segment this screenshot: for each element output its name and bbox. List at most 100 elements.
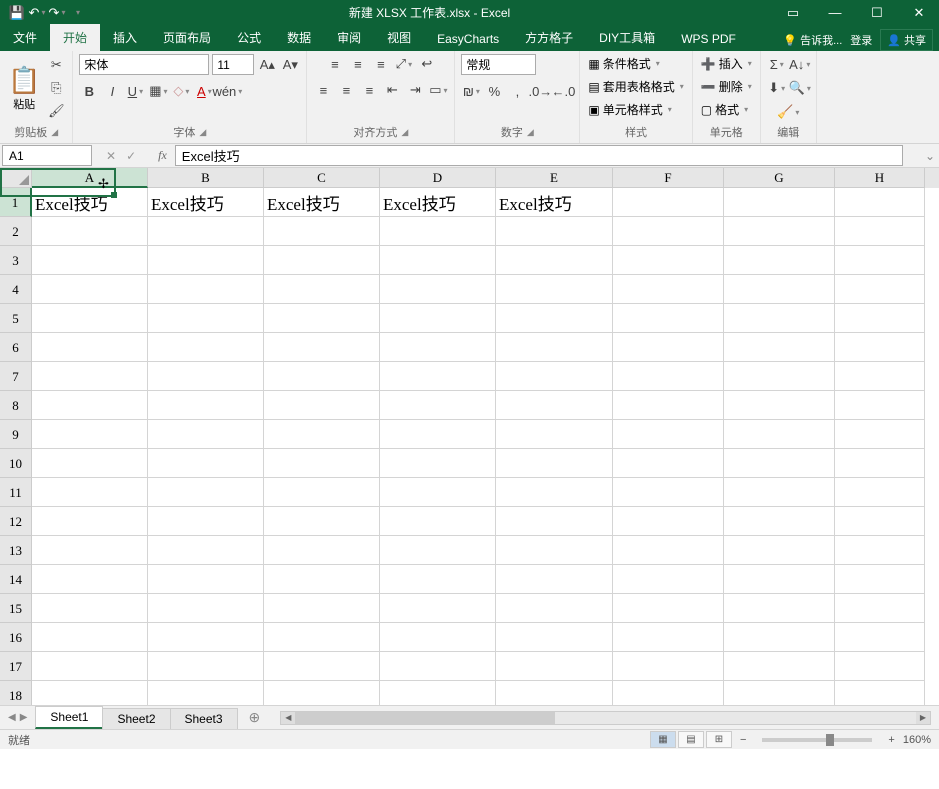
cell-G14[interactable] [724, 565, 835, 594]
row-header-9[interactable]: 9 [0, 420, 32, 449]
cell-C3[interactable] [264, 246, 380, 275]
cell-H13[interactable] [835, 536, 925, 565]
delete-cells-button[interactable]: ➖ 删除▾ [699, 77, 754, 96]
cell-C7[interactable] [264, 362, 380, 391]
row-header-2[interactable]: 2 [0, 217, 32, 246]
cell-F14[interactable] [613, 565, 724, 594]
zoom-in-icon[interactable]: + [882, 734, 900, 746]
cell-B12[interactable] [148, 507, 264, 536]
cell-G4[interactable] [724, 275, 835, 304]
cell-B18[interactable] [148, 681, 264, 705]
cell-B9[interactable] [148, 420, 264, 449]
orientation-icon[interactable]: ⤢▾ [394, 54, 414, 74]
column-header-G[interactable]: G [724, 168, 835, 188]
cell-A5[interactable] [32, 304, 148, 333]
hscroll-left-icon[interactable]: ◀ [281, 712, 295, 724]
cell-A2[interactable] [32, 217, 148, 246]
cell-C12[interactable] [264, 507, 380, 536]
save-icon[interactable]: 💾 [8, 4, 26, 22]
cell-B7[interactable] [148, 362, 264, 391]
cell-C18[interactable] [264, 681, 380, 705]
cell-G15[interactable] [724, 594, 835, 623]
cell-D1[interactable]: Excel技巧 [380, 188, 496, 217]
cell-C2[interactable] [264, 217, 380, 246]
cell-B1[interactable]: Excel技巧 [148, 188, 264, 217]
sheet-prev-icon[interactable]: ◀ [8, 712, 16, 723]
row-header-14[interactable]: 14 [0, 565, 32, 594]
cell-A15[interactable] [32, 594, 148, 623]
add-sheet-icon[interactable]: ⊕ [237, 709, 273, 726]
cell-styles-button[interactable]: ▣ 单元格样式▾ [586, 100, 673, 119]
row-header-1[interactable]: 1 [0, 188, 32, 217]
cell-E14[interactable] [496, 565, 613, 594]
cell-D14[interactable] [380, 565, 496, 594]
cell-D13[interactable] [380, 536, 496, 565]
align-right-icon[interactable]: ≡ [359, 80, 379, 100]
cell-C6[interactable] [264, 333, 380, 362]
cell-B8[interactable] [148, 391, 264, 420]
cell-H14[interactable] [835, 565, 925, 594]
cell-C11[interactable] [264, 478, 380, 507]
decrease-indent-icon[interactable]: ⇤ [382, 80, 402, 100]
row-header-6[interactable]: 6 [0, 333, 32, 362]
cell-H12[interactable] [835, 507, 925, 536]
cell-E3[interactable] [496, 246, 613, 275]
share-button[interactable]: 👤 共享 [880, 29, 933, 51]
row-header-7[interactable]: 7 [0, 362, 32, 391]
merge-center-icon[interactable]: ▭▾ [428, 80, 448, 100]
align-top-icon[interactable]: ≡ [325, 54, 345, 74]
align-middle-icon[interactable]: ≡ [348, 54, 368, 74]
cell-A9[interactable] [32, 420, 148, 449]
row-header-5[interactable]: 5 [0, 304, 32, 333]
cell-H15[interactable] [835, 594, 925, 623]
align-left-icon[interactable]: ≡ [313, 80, 333, 100]
sheet-tab-sheet2[interactable]: Sheet2 [102, 708, 170, 729]
fill-icon[interactable]: ⬇▾ [767, 78, 787, 98]
fill-color-button[interactable]: ◇▾ [171, 81, 191, 101]
decrease-font-icon[interactable]: A▾ [280, 55, 300, 75]
cell-C9[interactable] [264, 420, 380, 449]
format-painter-icon[interactable]: 🖌 [46, 101, 66, 121]
tab-view[interactable]: 视图 [374, 24, 424, 51]
cell-A3[interactable] [32, 246, 148, 275]
wrap-text-icon[interactable]: ↩ [417, 54, 437, 74]
ribbon-options-icon[interactable]: ▭ [773, 0, 813, 25]
cell-E1[interactable]: Excel技巧 [496, 188, 613, 217]
find-icon[interactable]: 🔍▾ [790, 78, 810, 98]
cell-F9[interactable] [613, 420, 724, 449]
cell-A8[interactable] [32, 391, 148, 420]
cell-D8[interactable] [380, 391, 496, 420]
expand-formula-icon[interactable]: ⌄ [921, 149, 939, 163]
hscroll-thumb[interactable] [295, 712, 554, 724]
tellme-label[interactable]: 💡 告诉我... [783, 32, 842, 48]
cell-D4[interactable] [380, 275, 496, 304]
cell-H11[interactable] [835, 478, 925, 507]
cell-A11[interactable] [32, 478, 148, 507]
cell-E9[interactable] [496, 420, 613, 449]
increase-font-icon[interactable]: A▴ [257, 55, 277, 75]
cell-A4[interactable] [32, 275, 148, 304]
column-header-H[interactable]: H [835, 168, 925, 188]
column-header-A[interactable]: A [32, 168, 148, 188]
column-header-D[interactable]: D [380, 168, 496, 188]
zoom-out-icon[interactable]: − [734, 734, 752, 746]
cut-icon[interactable]: ✂ [46, 55, 66, 75]
row-header-8[interactable]: 8 [0, 391, 32, 420]
tab-diy[interactable]: DIY工具箱 [586, 24, 668, 51]
cell-H5[interactable] [835, 304, 925, 333]
format-cells-button[interactable]: ▢ 格式▾ [699, 100, 750, 119]
cell-C8[interactable] [264, 391, 380, 420]
row-header-11[interactable]: 11 [0, 478, 32, 507]
cell-B16[interactable] [148, 623, 264, 652]
cell-D3[interactable] [380, 246, 496, 275]
cell-E4[interactable] [496, 275, 613, 304]
hscroll-right-icon[interactable]: ▶ [916, 712, 930, 724]
row-header-16[interactable]: 16 [0, 623, 32, 652]
cell-B6[interactable] [148, 333, 264, 362]
cell-F10[interactable] [613, 449, 724, 478]
font-size-input[interactable] [212, 54, 254, 75]
page-layout-view-icon[interactable]: ▤ [678, 731, 704, 748]
column-header-E[interactable]: E [496, 168, 613, 188]
sort-filter-icon[interactable]: A↓▾ [790, 54, 810, 74]
autosum-icon[interactable]: Σ▾ [767, 54, 787, 74]
